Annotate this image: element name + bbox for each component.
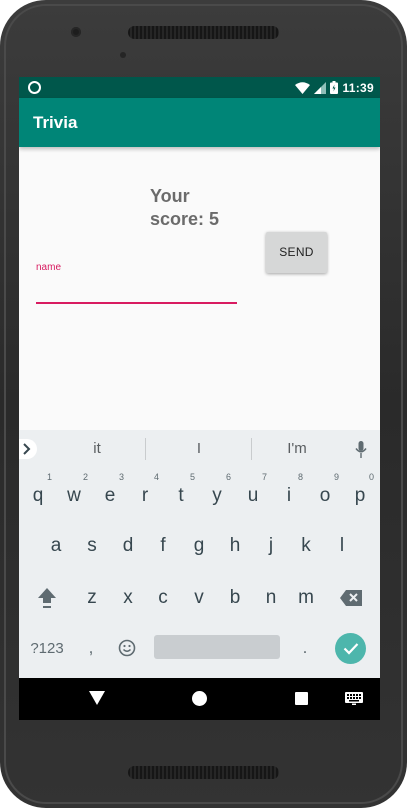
key-label: t [178, 485, 184, 506]
suggestion-divider [145, 438, 146, 460]
check-icon [343, 643, 358, 655]
key-l[interactable]: l [325, 526, 359, 566]
key-e[interactable]: e3 [93, 472, 127, 516]
key-hint: 1 [46, 472, 52, 482]
score-text-line1: Your [150, 186, 190, 206]
key-o[interactable]: o9 [308, 472, 342, 516]
symbols-key[interactable]: ?123 [25, 636, 69, 660]
suggestion-expand-button[interactable] [19, 439, 37, 459]
key-label: r [141, 485, 149, 506]
score-text-line2: score: 5 [150, 209, 220, 229]
key-label: o [319, 485, 331, 506]
device-frame: 11:39 Trivia Your score: 5 SEND name it [0, 0, 407, 808]
suggestion-item[interactable]: it [77, 440, 117, 457]
chevron-right-icon [23, 443, 31, 455]
key-n[interactable]: n [254, 578, 288, 618]
wifi-icon [295, 81, 311, 94]
key-v[interactable]: v [182, 578, 216, 618]
key-h[interactable]: h [218, 526, 252, 566]
space-key[interactable] [154, 635, 280, 659]
key-q[interactable]: q1 [21, 472, 55, 516]
emoji-key[interactable] [116, 637, 138, 659]
key-hint: 4 [153, 472, 159, 482]
key-j[interactable]: j [254, 526, 288, 566]
key-hint: 7 [261, 472, 267, 482]
key-y[interactable]: y6 [200, 472, 234, 516]
name-input[interactable] [36, 277, 237, 304]
screen: 11:39 Trivia Your score: 5 SEND name it [19, 77, 380, 720]
key-label: y [212, 485, 222, 506]
enter-key[interactable] [335, 633, 366, 664]
name-field-label: name [36, 262, 62, 273]
nav-back-button[interactable] [89, 690, 105, 706]
status-time: 11:39 [342, 80, 374, 95]
suggestion-item[interactable]: I [179, 440, 219, 457]
status-indicator-icon [28, 81, 41, 94]
backspace-icon [340, 590, 362, 606]
mic-icon[interactable] [355, 441, 367, 458]
proximity-sensor [120, 52, 126, 58]
nav-home-button[interactable] [191, 690, 207, 706]
suggestion-strip: it I I'm [19, 430, 380, 469]
keyboard-switch-button[interactable] [344, 690, 364, 706]
key-w[interactable]: w2 [57, 472, 91, 516]
key-hint: 9 [333, 472, 339, 482]
key-b[interactable]: b [218, 578, 252, 618]
key-x[interactable]: x [111, 578, 145, 618]
soft-keyboard: it I I'm q1 w2 e3 r4 t5 y6 u7 i8 o9 p0 a… [19, 430, 380, 678]
status-icons: 11:39 [295, 80, 374, 95]
top-speaker [128, 26, 279, 39]
key-k[interactable]: k [289, 526, 323, 566]
nav-back-icon [89, 691, 105, 705]
key-d[interactable]: d [111, 526, 145, 566]
key-label: i [286, 485, 292, 506]
app-title: Trivia [33, 113, 78, 132]
key-hint: 0 [368, 472, 374, 482]
key-hint: 3 [118, 472, 124, 482]
status-bar: 11:39 [19, 77, 380, 98]
key-hint: 2 [82, 472, 88, 482]
nav-recents-button[interactable] [293, 690, 309, 706]
key-label: e [104, 485, 116, 506]
front-camera [71, 27, 81, 37]
key-r[interactable]: r4 [128, 472, 162, 516]
nav-recents-icon [294, 691, 308, 705]
comma-key[interactable]: , [81, 636, 101, 660]
battery-icon [330, 81, 339, 94]
key-i[interactable]: i8 [272, 472, 306, 516]
key-label: p [354, 485, 366, 506]
period-key[interactable]: . [295, 636, 315, 660]
key-label: q [32, 485, 44, 506]
key-m[interactable]: m [289, 578, 323, 618]
key-hint: 8 [297, 472, 303, 482]
key-a[interactable]: a [39, 526, 73, 566]
backspace-key[interactable] [335, 580, 367, 616]
key-f[interactable]: f [146, 526, 180, 566]
key-label: u [247, 485, 259, 506]
suggestion-item[interactable]: I'm [277, 440, 317, 457]
key-z[interactable]: z [75, 578, 109, 618]
keyboard-switch-icon [345, 691, 363, 705]
navigation-bar [19, 678, 380, 720]
key-u[interactable]: u7 [236, 472, 270, 516]
suggestion-divider [251, 438, 252, 460]
nav-home-icon [191, 690, 207, 706]
key-label: w [67, 485, 81, 506]
key-hint: 6 [225, 472, 231, 482]
signal-icon [314, 81, 327, 94]
key-p[interactable]: p0 [343, 472, 377, 516]
key-c[interactable]: c [146, 578, 180, 618]
key-hint: 5 [189, 472, 195, 482]
main-content: Your score: 5 SEND name [19, 147, 380, 430]
app-bar: Trivia [19, 98, 380, 147]
key-t[interactable]: t5 [164, 472, 198, 516]
key-s[interactable]: s [75, 526, 109, 566]
emoji-icon [118, 639, 136, 657]
bottom-speaker [128, 766, 279, 779]
send-button[interactable]: SEND [266, 232, 327, 273]
shift-key[interactable] [31, 580, 63, 616]
shift-icon [38, 588, 56, 608]
key-g[interactable]: g [182, 526, 216, 566]
